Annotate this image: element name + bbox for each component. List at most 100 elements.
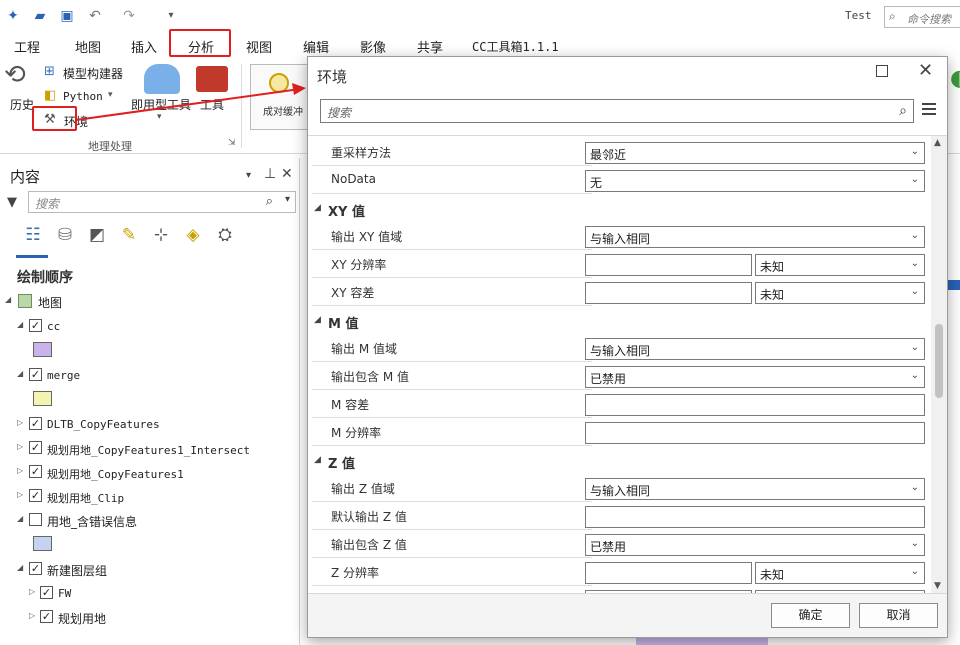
cancel-button[interactable]: 取消 bbox=[859, 603, 938, 628]
scroll-up-icon[interactable]: ▲ bbox=[934, 138, 941, 148]
xy-resolution-input[interactable] bbox=[585, 254, 752, 276]
layer-item[interactable]: ◢ ✓ merge bbox=[0, 366, 290, 386]
layer-checkbox[interactable]: ✓ bbox=[40, 586, 53, 599]
history-button[interactable]: 历史 bbox=[10, 96, 34, 113]
selection-icon[interactable]: ◩ bbox=[86, 224, 108, 246]
close-icon[interactable]: ✕ bbox=[281, 166, 293, 182]
scrollbar-thumb[interactable] bbox=[935, 324, 943, 398]
layer-group-item[interactable]: ◢ ✓ 新建图层组 bbox=[0, 560, 290, 580]
ready-tools-button[interactable]: 即用型工具 bbox=[131, 96, 191, 113]
history-icon[interactable]: ⟲ bbox=[4, 60, 26, 90]
group-launcher-icon[interactable]: ⇲ bbox=[228, 138, 236, 148]
xy-tolerance-unit-select[interactable]: 未知 ⌄ bbox=[755, 282, 925, 304]
environment-settings-list[interactable]: 重采样方法 最邻近 ⌄ NoData 无 ⌄ ◢ XY 值 输出 XY 值域 与… bbox=[308, 136, 930, 593]
layer-symbol-swatch[interactable] bbox=[33, 342, 52, 357]
layer-checkbox[interactable]: ✓ bbox=[29, 319, 42, 332]
maximize-icon[interactable] bbox=[876, 65, 888, 77]
collapse-icon[interactable]: ◢ bbox=[17, 514, 23, 523]
collapse-icon[interactable]: ◢ bbox=[17, 369, 23, 378]
pane-options-icon[interactable]: ▾ bbox=[246, 170, 251, 181]
collapse-icon[interactable]: ◢ bbox=[314, 315, 321, 325]
collapse-icon[interactable]: ◢ bbox=[17, 563, 23, 572]
ok-button[interactable]: 确定 bbox=[771, 603, 850, 628]
ready-tools-dropdown-icon[interactable]: ▾ bbox=[157, 112, 162, 122]
editing-icon[interactable]: ✎ bbox=[118, 224, 140, 246]
m-resolution-input[interactable] bbox=[585, 422, 925, 444]
layer-item[interactable]: ▷ ✓ 规划用地_CopyFeatures1_Intersect bbox=[0, 439, 290, 459]
tab-edit[interactable]: 编辑 bbox=[303, 37, 329, 56]
layer-item[interactable]: ▷ ✓ 规划用地_CopyFeatures1 bbox=[0, 463, 290, 483]
pairwise-buffer-gallery-item[interactable]: 成对缓冲 bbox=[250, 64, 308, 130]
data-source-icon[interactable]: ⛁ bbox=[54, 224, 76, 246]
xy-domain-select[interactable]: 与输入相同 ⌄ bbox=[585, 226, 925, 248]
redo-icon[interactable]: ↷ bbox=[120, 7, 138, 25]
z-resolution-unit-select[interactable]: 未知 ⌄ bbox=[755, 562, 925, 584]
layer-checkbox[interactable]: ✓ bbox=[29, 489, 42, 502]
collapse-icon[interactable]: ◢ bbox=[314, 203, 321, 213]
environment-search-input[interactable]: 搜索 ⌕ bbox=[320, 99, 914, 123]
save-icon[interactable]: ▣ bbox=[58, 7, 76, 25]
python-dropdown-icon[interactable]: ▾ bbox=[108, 90, 113, 100]
open-folder-icon[interactable]: ▰ bbox=[31, 7, 49, 25]
z-default-input[interactable] bbox=[585, 506, 925, 528]
contents-search-input[interactable]: 搜索 ⌕ ▾ bbox=[28, 191, 296, 213]
tab-insert[interactable]: 插入 bbox=[131, 37, 157, 56]
xy-resolution-unit-select[interactable]: 未知 ⌄ bbox=[755, 254, 925, 276]
model-builder-button[interactable]: 模型构建器 bbox=[63, 65, 123, 82]
snapping-icon[interactable]: ⊹ bbox=[150, 224, 172, 246]
tools-button[interactable]: 工具 bbox=[200, 96, 224, 113]
layer-item[interactable]: ◢ 用地_含错误信息 bbox=[0, 511, 290, 531]
collapse-icon[interactable]: ◢ bbox=[314, 455, 321, 465]
scroll-down-icon[interactable]: ▼ bbox=[934, 581, 941, 591]
layer-item[interactable]: ◢ ✓ cc bbox=[0, 317, 290, 337]
labeling-icon[interactable]: ◈ bbox=[182, 224, 204, 246]
expand-icon[interactable]: ▷ bbox=[17, 490, 23, 499]
tab-project[interactable]: 工程 bbox=[14, 37, 40, 56]
z-domain-select[interactable]: 与输入相同 ⌄ bbox=[585, 478, 925, 500]
expand-icon[interactable]: ▷ bbox=[29, 611, 35, 620]
new-project-icon[interactable]: ✦ bbox=[4, 7, 22, 25]
layer-checkbox[interactable] bbox=[29, 513, 42, 526]
layer-item[interactable]: ▷ ✓ 规划用地 bbox=[0, 608, 290, 628]
tab-cc-toolbox[interactable]: CC工具箱1.1.1 bbox=[472, 38, 559, 55]
menu-icon[interactable] bbox=[922, 103, 936, 118]
xy-tolerance-input[interactable] bbox=[585, 282, 752, 304]
layer-checkbox[interactable]: ✓ bbox=[29, 562, 42, 575]
section-z-values[interactable]: ◢ Z 值 bbox=[308, 450, 930, 474]
resampling-method-select[interactable]: 最邻近 ⌄ bbox=[585, 142, 925, 164]
layer-checkbox[interactable]: ✓ bbox=[29, 465, 42, 478]
m-domain-select[interactable]: 与输入相同 ⌄ bbox=[585, 338, 925, 360]
close-icon[interactable]: ✕ bbox=[918, 60, 933, 81]
layer-item[interactable]: ▷ ✓ 规划用地_Clip bbox=[0, 487, 290, 507]
layer-checkbox[interactable]: ✓ bbox=[29, 417, 42, 430]
tab-share[interactable]: 共享 bbox=[417, 37, 443, 56]
python-button[interactable]: Python bbox=[63, 90, 103, 103]
tab-imagery[interactable]: 影像 bbox=[360, 37, 386, 56]
layer-checkbox[interactable]: ✓ bbox=[29, 441, 42, 454]
customize-toolbar-icon[interactable]: ▾ bbox=[162, 7, 180, 25]
command-search-input[interactable]: ⌕ 命令搜索 bbox=[884, 6, 960, 28]
drawing-order-icon[interactable]: ☷ bbox=[22, 224, 44, 246]
filter-icon[interactable]: ▼ bbox=[7, 195, 17, 210]
layer-item[interactable]: ◢ 地图 bbox=[0, 292, 290, 312]
expand-icon[interactable]: ▷ bbox=[29, 587, 35, 596]
m-tolerance-input[interactable] bbox=[585, 394, 925, 416]
layer-symbol-swatch[interactable] bbox=[33, 536, 52, 551]
z-resolution-input[interactable] bbox=[585, 562, 752, 584]
undo-icon[interactable]: ↶ bbox=[86, 7, 104, 25]
vertical-scrollbar[interactable]: ▲ ▼ bbox=[931, 136, 947, 593]
expand-icon[interactable]: ▷ bbox=[17, 442, 23, 451]
z-include-select[interactable]: 已禁用 ⌄ bbox=[585, 534, 925, 556]
tab-view[interactable]: 视图 bbox=[246, 37, 272, 56]
collapse-icon[interactable]: ◢ bbox=[17, 320, 23, 329]
tab-map[interactable]: 地图 bbox=[75, 37, 101, 56]
layer-item[interactable]: ▷ ✓ FW bbox=[0, 584, 290, 604]
chevron-down-icon[interactable]: ▾ bbox=[285, 194, 290, 205]
layer-item[interactable]: ▷ ✓ DLTB_CopyFeatures bbox=[0, 415, 290, 435]
layer-checkbox[interactable]: ✓ bbox=[29, 368, 42, 381]
pin-icon[interactable]: ⊥ bbox=[264, 166, 276, 182]
layer-symbol-swatch[interactable] bbox=[33, 391, 52, 406]
expand-icon[interactable]: ▷ bbox=[17, 466, 23, 475]
nodata-select[interactable]: 无 ⌄ bbox=[585, 170, 925, 192]
layer-checkbox[interactable]: ✓ bbox=[40, 610, 53, 623]
